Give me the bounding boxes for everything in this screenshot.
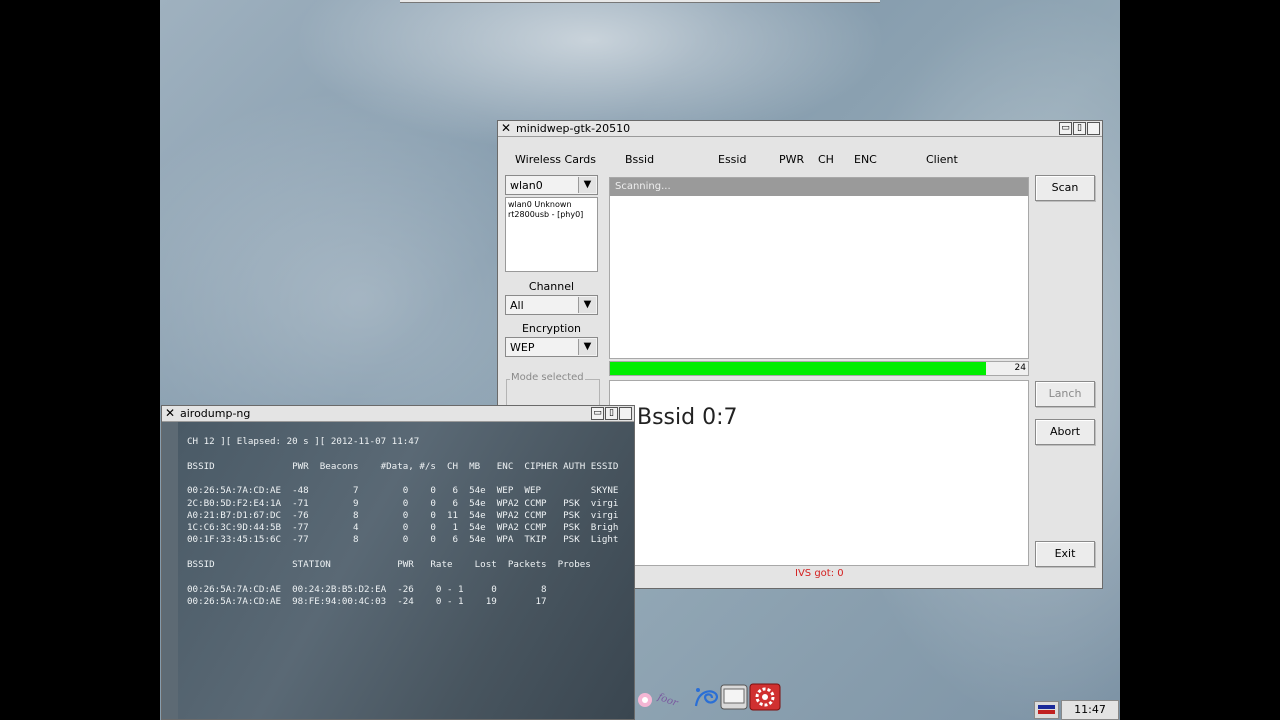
terminal-line: 00:1F:33:45:15:6C -77 8 0 0 6 54e WPA TK… [187, 534, 619, 546]
abort-button[interactable]: Abort [1035, 419, 1095, 445]
col-wireless-cards: Wireless Cards [515, 153, 596, 166]
terminal-line: 2C:B0:5D:F2:E4:1A -71 9 0 0 6 54e WPA2 C… [187, 497, 619, 509]
scanning-status: Scanning... [610, 178, 1028, 196]
col-ch: CH [818, 153, 834, 166]
clock[interactable]: 11:47 [1061, 700, 1119, 720]
terminal-line: 00:26:5A:7A:CD:AE 00:24:2B:B5:D2:EA -26 … [187, 583, 547, 595]
terminal-line: BSSID PWR Beacons #Data, #/s CH MB ENC C… [187, 460, 619, 472]
scan-button[interactable]: Scan [1035, 175, 1095, 201]
svg-text:foor: foor [656, 691, 680, 709]
col-enc: ENC [854, 153, 877, 166]
card-info-line: wlan0 Unknown [508, 200, 572, 209]
lanch-button[interactable]: Lanch [1035, 381, 1095, 407]
wireless-card-value: wlan0 [510, 179, 543, 192]
minimize-button[interactable]: ▭ [1059, 122, 1072, 135]
card-info-box: wlan0 Unknown rt2800usb - [phy0] [505, 197, 598, 272]
encryption-value: WEP [510, 341, 535, 354]
terminal-scrollbar[interactable] [162, 422, 178, 719]
flower-icon[interactable] [634, 688, 656, 712]
chevron-down-icon[interactable]: ▼ [578, 297, 596, 313]
terminal-line: CH 12 ][ Elapsed: 20 s ][ 2012-11-07 11:… [187, 436, 420, 447]
scan-progress-bar: 24 [609, 361, 1029, 376]
chevron-down-icon[interactable]: ▼ [578, 177, 596, 193]
maximize-button[interactable]: ▯ [605, 407, 618, 420]
window-title: airodump-ng [180, 407, 251, 420]
keyboard-layout-icon[interactable] [1034, 701, 1059, 719]
swirl-icon[interactable] [690, 682, 722, 714]
col-bssid: Bssid [625, 153, 655, 166]
close-icon[interactable]: ✕ [500, 122, 512, 134]
ivs-status: IVS got: 0 [795, 568, 844, 579]
terminal-line: 00:26:5A:7A:CD:AE 98:FE:94:00:4C:03 -24 … [187, 595, 547, 607]
airodump-window[interactable]: ✕ airodump-ng ▭ ▯ CH 12 ][ Elapsed: 20 s… [161, 405, 635, 720]
terminal-line: A0:21:B7:D1:67:DC -76 8 0 0 11 54e WPA2 … [187, 509, 619, 521]
channel-value: All [510, 299, 524, 312]
wireless-card-select[interactable]: wlan0 ▼ [505, 175, 598, 195]
gear-icon[interactable] [749, 683, 781, 711]
terminal-line: 1C:C6:3C:9D:44:5B -77 4 0 0 1 54e WPA2 C… [187, 522, 619, 534]
channel-label: Channel [528, 280, 575, 293]
col-essid: Essid [718, 153, 747, 166]
sketch-icon[interactable]: foor [656, 684, 690, 714]
mode-label: Mode selected [510, 372, 585, 383]
channel-select[interactable]: All ▼ [505, 295, 598, 315]
col-pwr: PWR [779, 153, 805, 166]
chevron-down-icon[interactable]: ▼ [578, 339, 596, 355]
exit-button[interactable]: Exit [1035, 541, 1095, 567]
network-list[interactable]: Scanning... [609, 177, 1029, 359]
background-text: Bssid 0:7 [637, 405, 738, 430]
terminal-line: BSSID STATION PWR Rate Lost Packets Prob… [187, 559, 591, 570]
progress-fill [610, 362, 987, 375]
close-icon[interactable]: ✕ [164, 407, 176, 419]
minidwep-titlebar[interactable]: ✕ minidwep-gtk-20510 ▭ ▯ [498, 121, 1102, 137]
terminal-output[interactable]: CH 12 ][ Elapsed: 20 s ][ 2012-11-07 11:… [178, 422, 634, 719]
top-panel [400, 0, 880, 3]
maximize-button[interactable]: ▯ [1073, 122, 1086, 135]
shade-button[interactable] [1087, 122, 1100, 135]
airodump-titlebar[interactable]: ✕ airodump-ng ▭ ▯ [162, 406, 634, 422]
encryption-select[interactable]: WEP ▼ [505, 337, 598, 357]
terminal-line: 00:26:5A:7A:CD:AE -48 7 0 0 6 54e WEP WE… [187, 485, 619, 497]
col-client: Client [926, 153, 958, 166]
card-info-line: rt2800usb - [phy0] [508, 210, 584, 219]
terminal-icon[interactable] [720, 684, 748, 710]
progress-value: 24 [1014, 363, 1026, 373]
minimize-button[interactable]: ▭ [591, 407, 604, 420]
shade-button[interactable] [619, 407, 632, 420]
window-title: minidwep-gtk-20510 [516, 122, 631, 135]
encryption-label: Encryption [521, 322, 582, 335]
